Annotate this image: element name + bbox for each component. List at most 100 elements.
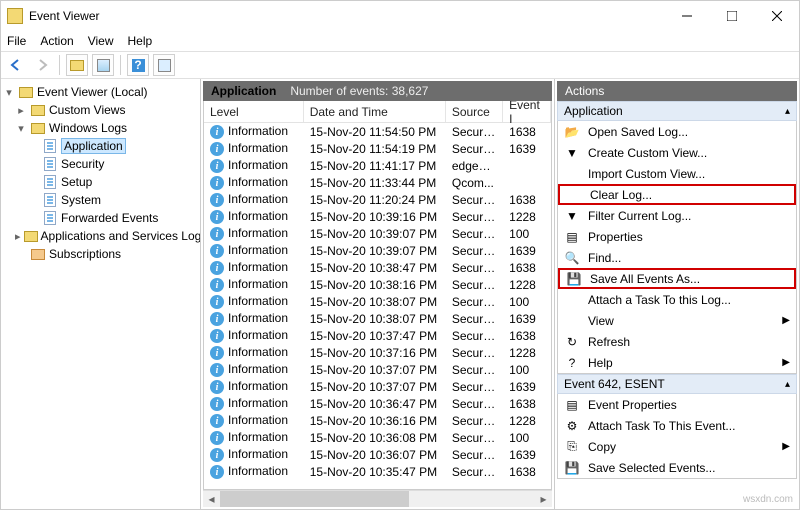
forward-button[interactable] [31, 54, 53, 76]
actions-title: Actions [557, 81, 797, 101]
table-row[interactable]: iInformation15-Nov-20 11:41:17 PMedgeup.… [204, 157, 551, 174]
tree-log-setup[interactable]: Setup [61, 175, 92, 189]
tree-log-forwarded[interactable]: Forwarded Events [61, 211, 158, 225]
cell-level: Information [228, 447, 288, 461]
action-view[interactable]: View▶ [558, 310, 796, 331]
table-row[interactable]: iInformation15-Nov-20 10:36:08 PMSecurit… [204, 429, 551, 446]
back-button[interactable] [5, 54, 27, 76]
table-row[interactable]: iInformation15-Nov-20 11:20:24 PMSecurit… [204, 191, 551, 208]
cell-source: Securit... [446, 244, 503, 258]
table-row[interactable]: iInformation15-Nov-20 10:35:47 PMSecurit… [204, 463, 551, 480]
toolbar-button-2[interactable] [92, 54, 114, 76]
tree-root[interactable]: Event Viewer (Local) [37, 85, 148, 99]
close-button[interactable] [754, 1, 799, 31]
table-row[interactable]: iInformation15-Nov-20 10:38:07 PMSecurit… [204, 310, 551, 327]
log-icon [44, 139, 56, 153]
action-attach-a-task-to-this-log[interactable]: Attach a Task To this Log... [558, 289, 796, 310]
action-label: Event Properties [588, 398, 677, 412]
cell-datetime: 15-Nov-20 10:39:07 PM [304, 227, 446, 241]
action-find[interactable]: 🔍Find... [558, 247, 796, 268]
info-icon: i [210, 295, 224, 309]
events-table[interactable]: Level Date and Time Source Event I iInfo… [203, 101, 552, 490]
cell-eventid: 1639 [503, 244, 551, 258]
table-row[interactable]: iInformation15-Nov-20 10:38:07 PMSecurit… [204, 293, 551, 310]
copy-icon: ⎘ [564, 439, 580, 455]
action-help[interactable]: ?Help▶ [558, 352, 796, 373]
action-label: Create Custom View... [588, 146, 707, 160]
table-row[interactable]: iInformation15-Nov-20 10:39:16 PMSecurit… [204, 208, 551, 225]
cell-datetime: 15-Nov-20 10:36:08 PM [304, 431, 446, 445]
action-event-properties[interactable]: ▤Event Properties [558, 394, 796, 415]
tree-apps-logs[interactable]: Applications and Services Logs [41, 229, 201, 243]
menu-action[interactable]: Action [40, 34, 73, 48]
action-save-selected-events[interactable]: 💾Save Selected Events... [558, 457, 796, 478]
table-row[interactable]: iInformation15-Nov-20 10:36:07 PMSecurit… [204, 446, 551, 463]
col-source[interactable]: Source [446, 101, 503, 122]
action-open-saved-log[interactable]: 📂Open Saved Log... [558, 121, 796, 142]
maximize-button[interactable] [709, 1, 754, 31]
action-attach-task-to-this-event[interactable]: ⚙Attach Task To This Event... [558, 415, 796, 436]
table-row[interactable]: iInformation15-Nov-20 10:39:07 PMSecurit… [204, 242, 551, 259]
cell-datetime: 15-Nov-20 10:35:47 PM [304, 465, 446, 479]
expand-icon[interactable]: ▾ [15, 122, 27, 135]
cell-datetime: 15-Nov-20 11:41:17 PM [304, 159, 446, 173]
action-clear-log[interactable]: Clear Log... [558, 184, 796, 205]
tree-log-security[interactable]: Security [61, 157, 104, 171]
menu-view[interactable]: View [88, 34, 114, 48]
table-row[interactable]: iInformation15-Nov-20 10:36:16 PMSecurit… [204, 412, 551, 429]
scrollbar-thumb[interactable] [220, 491, 409, 507]
actions-group-event[interactable]: Event 642, ESENT▴ [557, 374, 797, 394]
action-save-all-events-as[interactable]: 💾Save All Events As... [558, 268, 796, 289]
table-row[interactable]: iInformation15-Nov-20 11:54:19 PMSecurit… [204, 140, 551, 157]
info-icon: i [210, 210, 224, 224]
chevron-up-icon: ▴ [785, 379, 790, 390]
action-refresh[interactable]: ↻Refresh [558, 331, 796, 352]
cell-level: Information [228, 209, 288, 223]
expand-icon[interactable]: ▸ [15, 104, 27, 117]
action-create-custom-view[interactable]: ▼Create Custom View... [558, 142, 796, 163]
table-row[interactable]: iInformation15-Nov-20 10:39:07 PMSecurit… [204, 225, 551, 242]
table-row[interactable]: iInformation15-Nov-20 11:33:44 PMQcom... [204, 174, 551, 191]
cell-source: Securit... [446, 380, 503, 394]
toolbar-help-button[interactable]: ? [127, 54, 149, 76]
info-icon: i [210, 414, 224, 428]
cell-source: Securit... [446, 278, 503, 292]
minimize-button[interactable] [664, 1, 709, 31]
action-copy[interactable]: ⎘Copy▶ [558, 436, 796, 457]
action-filter-current-log[interactable]: ▼Filter Current Log... [558, 205, 796, 226]
table-row[interactable]: iInformation15-Nov-20 10:37:47 PMSecurit… [204, 327, 551, 344]
table-row[interactable]: iInformation15-Nov-20 10:36:47 PMSecurit… [204, 395, 551, 412]
table-row[interactable]: iInformation15-Nov-20 10:37:07 PMSecurit… [204, 378, 551, 395]
col-eventid[interactable]: Event I [503, 101, 551, 122]
toolbar-button-3[interactable] [153, 54, 175, 76]
scroll-left-icon[interactable]: ◂ [203, 491, 220, 508]
cell-datetime: 15-Nov-20 10:38:07 PM [304, 295, 446, 309]
action-import-custom-view[interactable]: Import Custom View... [558, 163, 796, 184]
cell-source: Securit... [446, 448, 503, 462]
col-level[interactable]: Level [204, 101, 304, 122]
events-count: Number of events: 38,627 [290, 84, 428, 98]
toolbar-button-1[interactable] [66, 54, 88, 76]
table-row[interactable]: iInformation15-Nov-20 10:37:07 PMSecurit… [204, 361, 551, 378]
tree-windows-logs[interactable]: Windows Logs [49, 121, 127, 135]
menu-file[interactable]: File [7, 34, 26, 48]
tree-log-application[interactable]: Application [61, 138, 126, 154]
table-row[interactable]: iInformation15-Nov-20 10:38:47 PMSecurit… [204, 259, 551, 276]
table-row[interactable]: iInformation15-Nov-20 11:54:50 PMSecurit… [204, 123, 551, 140]
scroll-right-icon[interactable]: ▸ [535, 491, 552, 508]
tree-log-system[interactable]: System [61, 193, 101, 207]
expand-icon[interactable]: ▸ [15, 230, 21, 243]
col-datetime[interactable]: Date and Time [304, 101, 446, 122]
action-properties[interactable]: ▤Properties [558, 226, 796, 247]
cell-source: edgeup... [446, 159, 503, 173]
tree-custom-views[interactable]: Custom Views [49, 103, 125, 117]
window-title: Event Viewer [29, 9, 664, 23]
table-row[interactable]: iInformation15-Nov-20 10:37:16 PMSecurit… [204, 344, 551, 361]
menu-help[interactable]: Help [128, 34, 153, 48]
tree-subscriptions[interactable]: Subscriptions [49, 247, 121, 261]
filter-icon: ▼ [564, 208, 580, 224]
table-row[interactable]: iInformation15-Nov-20 10:38:16 PMSecurit… [204, 276, 551, 293]
horizontal-scrollbar[interactable]: ◂ ▸ [203, 490, 552, 507]
expand-icon[interactable]: ▾ [3, 86, 15, 99]
actions-group-application[interactable]: Application▴ [557, 101, 797, 121]
